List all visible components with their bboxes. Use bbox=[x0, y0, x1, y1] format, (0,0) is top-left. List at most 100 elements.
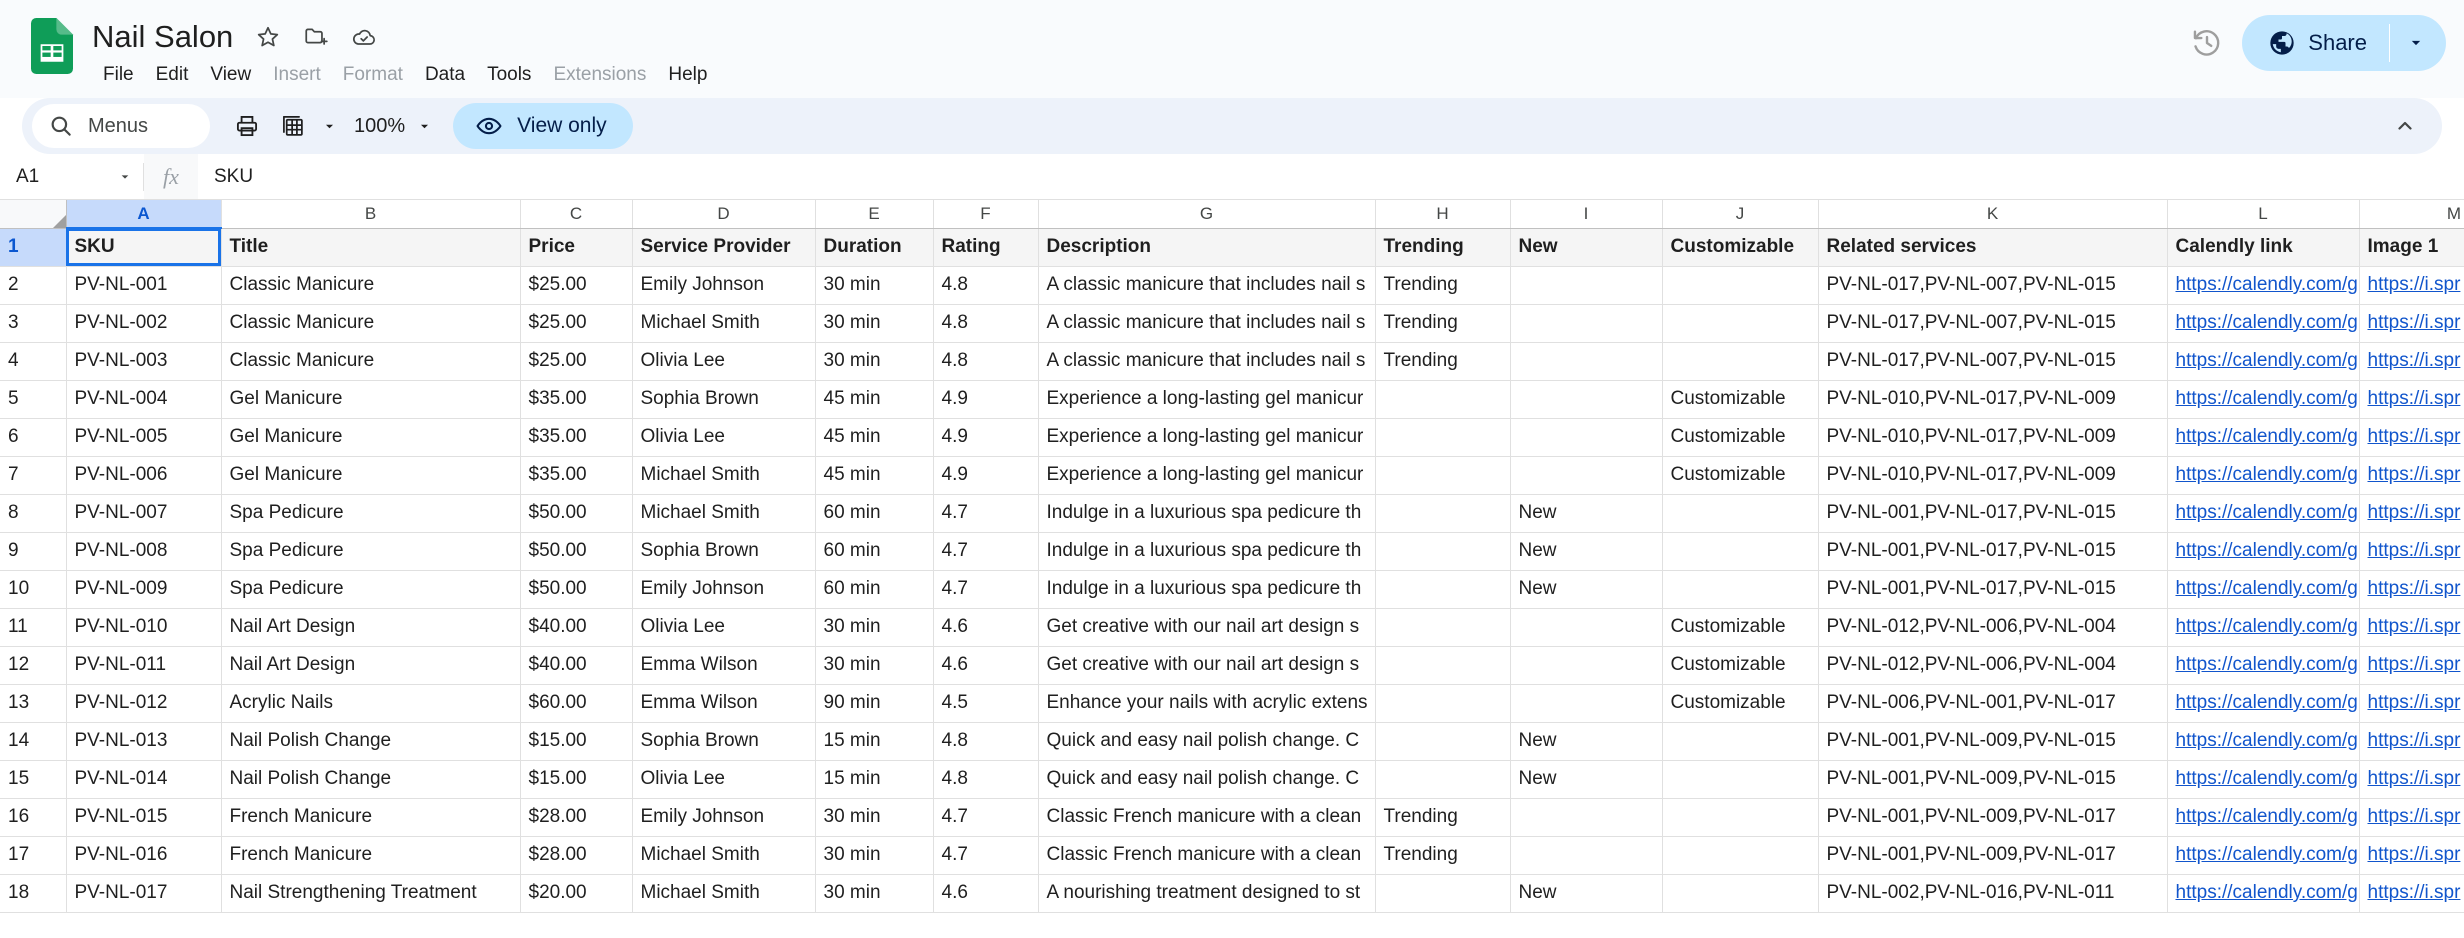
cell-i1[interactable]: New bbox=[1510, 228, 1663, 267]
cell-h17[interactable]: Trending bbox=[1375, 836, 1511, 875]
cell-m13[interactable]: https://i.spr bbox=[2359, 684, 2464, 723]
cell-h18[interactable] bbox=[1375, 874, 1511, 913]
cell-e13[interactable]: 90 min bbox=[815, 684, 934, 723]
cell-k3[interactable]: PV-NL-017,PV-NL-007,PV-NL-015 bbox=[1818, 304, 2168, 343]
table-borders-chevron-down-icon[interactable] bbox=[316, 103, 342, 149]
cell-h2[interactable]: Trending bbox=[1375, 266, 1511, 305]
cell-m5[interactable]: https://i.spr bbox=[2359, 380, 2464, 419]
cell-g11[interactable]: Get creative with our nail art design s bbox=[1038, 608, 1376, 647]
cell-b18[interactable]: Nail Strengthening Treatment bbox=[221, 874, 521, 913]
hyperlink[interactable]: https://i.spr bbox=[2368, 350, 2461, 371]
cell-k8[interactable]: PV-NL-001,PV-NL-017,PV-NL-015 bbox=[1818, 494, 2168, 533]
cell-j10[interactable] bbox=[1662, 570, 1819, 609]
cell-e14[interactable]: 15 min bbox=[815, 722, 934, 761]
hyperlink[interactable]: https://calendly.com/g bbox=[2176, 350, 2358, 371]
cell-a10[interactable]: PV-NL-009 bbox=[66, 570, 222, 609]
cell-h15[interactable] bbox=[1375, 760, 1511, 799]
cell-a13[interactable]: PV-NL-012 bbox=[66, 684, 222, 723]
row-number-6[interactable]: 6 bbox=[0, 418, 67, 457]
cell-d12[interactable]: Emma Wilson bbox=[632, 646, 816, 685]
cell-g6[interactable]: Experience a long-lasting gel manicur bbox=[1038, 418, 1376, 457]
column-header-j[interactable]: J bbox=[1662, 200, 1819, 229]
cell-d4[interactable]: Olivia Lee bbox=[632, 342, 816, 381]
cell-e2[interactable]: 30 min bbox=[815, 266, 934, 305]
cell-g10[interactable]: Indulge in a luxurious spa pedicure th bbox=[1038, 570, 1376, 609]
cell-j3[interactable] bbox=[1662, 304, 1819, 343]
cell-f3[interactable]: 4.8 bbox=[933, 304, 1039, 343]
hyperlink[interactable]: https://i.spr bbox=[2368, 844, 2461, 865]
cell-j17[interactable] bbox=[1662, 836, 1819, 875]
hyperlink[interactable]: https://calendly.com/g bbox=[2176, 882, 2358, 903]
cell-b9[interactable]: Spa Pedicure bbox=[221, 532, 521, 571]
hyperlink[interactable]: https://i.spr bbox=[2368, 540, 2461, 561]
cell-k13[interactable]: PV-NL-006,PV-NL-001,PV-NL-017 bbox=[1818, 684, 2168, 723]
cell-d1[interactable]: Service Provider bbox=[632, 228, 816, 267]
row-number-7[interactable]: 7 bbox=[0, 456, 67, 495]
hyperlink[interactable]: https://i.spr bbox=[2368, 768, 2461, 789]
row-number-11[interactable]: 11 bbox=[0, 608, 67, 647]
cell-e9[interactable]: 60 min bbox=[815, 532, 934, 571]
cell-k12[interactable]: PV-NL-012,PV-NL-006,PV-NL-004 bbox=[1818, 646, 2168, 685]
chevron-down-icon[interactable] bbox=[2390, 15, 2442, 71]
cell-c14[interactable]: $15.00 bbox=[520, 722, 633, 761]
row-number-13[interactable]: 13 bbox=[0, 684, 67, 723]
column-header-k[interactable]: K bbox=[1818, 200, 2168, 229]
cell-h4[interactable]: Trending bbox=[1375, 342, 1511, 381]
cell-l16[interactable]: https://calendly.com/g bbox=[2167, 798, 2360, 837]
cell-c18[interactable]: $20.00 bbox=[520, 874, 633, 913]
cell-i5[interactable] bbox=[1510, 380, 1663, 419]
sheets-logo-icon[interactable] bbox=[24, 18, 80, 74]
cell-m14[interactable]: https://i.spr bbox=[2359, 722, 2464, 761]
cell-h6[interactable] bbox=[1375, 418, 1511, 457]
cell-a17[interactable]: PV-NL-016 bbox=[66, 836, 222, 875]
cell-g4[interactable]: A classic manicure that includes nail s bbox=[1038, 342, 1376, 381]
row-number-9[interactable]: 9 bbox=[0, 532, 67, 571]
cell-f12[interactable]: 4.6 bbox=[933, 646, 1039, 685]
name-box-chevron-down-icon[interactable] bbox=[117, 154, 133, 199]
cell-h8[interactable] bbox=[1375, 494, 1511, 533]
cell-j11[interactable]: Customizable bbox=[1662, 608, 1819, 647]
cell-g15[interactable]: Quick and easy nail polish change. C bbox=[1038, 760, 1376, 799]
cell-l9[interactable]: https://calendly.com/g bbox=[2167, 532, 2360, 571]
cell-f1[interactable]: Rating bbox=[933, 228, 1039, 267]
hyperlink[interactable]: https://calendly.com/g bbox=[2176, 274, 2358, 295]
cell-a1[interactable]: SKU bbox=[66, 228, 222, 267]
row-number-12[interactable]: 12 bbox=[0, 646, 67, 685]
cell-e4[interactable]: 30 min bbox=[815, 342, 934, 381]
cell-k17[interactable]: PV-NL-001,PV-NL-009,PV-NL-017 bbox=[1818, 836, 2168, 875]
row-number-17[interactable]: 17 bbox=[0, 836, 67, 875]
cell-i2[interactable] bbox=[1510, 266, 1663, 305]
cell-a16[interactable]: PV-NL-015 bbox=[66, 798, 222, 837]
row-number-16[interactable]: 16 bbox=[0, 798, 67, 837]
cell-h3[interactable]: Trending bbox=[1375, 304, 1511, 343]
cell-f14[interactable]: 4.8 bbox=[933, 722, 1039, 761]
cell-f15[interactable]: 4.8 bbox=[933, 760, 1039, 799]
move-to-folder-icon[interactable] bbox=[299, 20, 333, 54]
search-menus-input[interactable]: Menus bbox=[32, 104, 210, 148]
cell-m15[interactable]: https://i.spr bbox=[2359, 760, 2464, 799]
cell-i15[interactable]: New bbox=[1510, 760, 1663, 799]
cell-c17[interactable]: $28.00 bbox=[520, 836, 633, 875]
cell-g17[interactable]: Classic French manicure with a clean bbox=[1038, 836, 1376, 875]
row-number-1[interactable]: 1 bbox=[0, 228, 67, 267]
cell-c4[interactable]: $25.00 bbox=[520, 342, 633, 381]
cell-d11[interactable]: Olivia Lee bbox=[632, 608, 816, 647]
cell-a5[interactable]: PV-NL-004 bbox=[66, 380, 222, 419]
hyperlink[interactable]: https://calendly.com/g bbox=[2176, 616, 2358, 637]
column-header-a[interactable]: A bbox=[66, 200, 222, 229]
cell-m10[interactable]: https://i.spr bbox=[2359, 570, 2464, 609]
cell-k2[interactable]: PV-NL-017,PV-NL-007,PV-NL-015 bbox=[1818, 266, 2168, 305]
cell-d2[interactable]: Emily Johnson bbox=[632, 266, 816, 305]
cell-d8[interactable]: Michael Smith bbox=[632, 494, 816, 533]
cell-f17[interactable]: 4.7 bbox=[933, 836, 1039, 875]
print-icon[interactable] bbox=[224, 103, 270, 149]
cell-h5[interactable] bbox=[1375, 380, 1511, 419]
hyperlink[interactable]: https://calendly.com/g bbox=[2176, 540, 2358, 561]
cell-m2[interactable]: https://i.spr bbox=[2359, 266, 2464, 305]
cell-c12[interactable]: $40.00 bbox=[520, 646, 633, 685]
cell-b6[interactable]: Gel Manicure bbox=[221, 418, 521, 457]
column-header-l[interactable]: L bbox=[2167, 200, 2360, 229]
cell-k6[interactable]: PV-NL-010,PV-NL-017,PV-NL-009 bbox=[1818, 418, 2168, 457]
cell-h13[interactable] bbox=[1375, 684, 1511, 723]
cell-i18[interactable]: New bbox=[1510, 874, 1663, 913]
